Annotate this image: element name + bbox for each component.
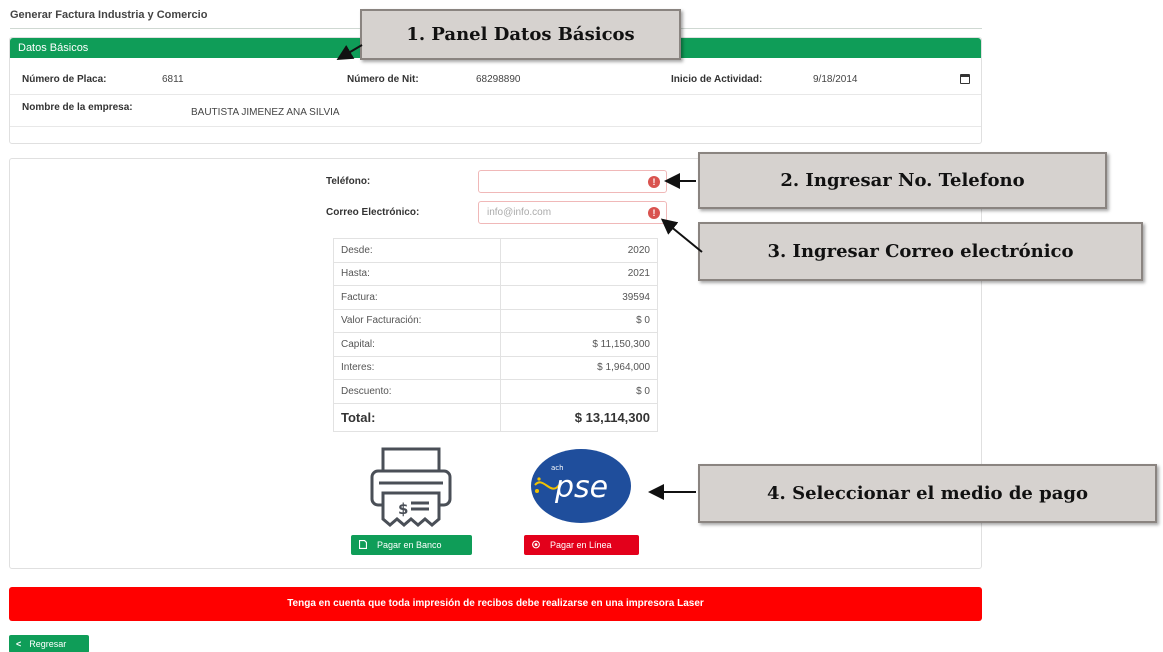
- placa-value: 6811: [162, 74, 184, 85]
- table-row: Descuento: $ 0: [333, 379, 659, 404]
- table-row: Desde: 2020: [333, 238, 659, 263]
- chevron-left-icon: <: [16, 639, 22, 649]
- pagar-linea-label: Pagar en Línea: [550, 540, 612, 550]
- interes-label: Interes:: [333, 355, 501, 380]
- table-row: Interes: $ 1,964,000: [333, 355, 659, 380]
- summary-table: Desde: 2020 Hasta: 2021 Factura: 39594 Valo…: [333, 238, 659, 432]
- inicio-actividad-value: 9/18/2014: [813, 74, 858, 85]
- error-icon: !: [648, 176, 660, 188]
- correo-input[interactable]: [478, 201, 667, 224]
- pagar-linea-button[interactable]: Pagar en Línea: [524, 535, 639, 555]
- descuento-value: $ 0: [499, 379, 659, 404]
- svg-text:$: $: [398, 500, 408, 518]
- placa-label: Número de Placa:: [22, 74, 107, 85]
- total-value: $ 13,114,300: [499, 402, 659, 432]
- hasta-value: 2021: [499, 261, 659, 286]
- hasta-label: Hasta:: [333, 261, 501, 286]
- table-row: Hasta: 2021: [333, 261, 659, 286]
- regresar-button[interactable]: < Regresar: [9, 635, 89, 652]
- factura-label: Factura:: [333, 285, 501, 310]
- callout-correo: 3. Ingresar Correo electrónico: [698, 222, 1143, 281]
- nit-value: 68298890: [476, 74, 521, 85]
- pse-logo-icon[interactable]: ach pse: [529, 447, 633, 525]
- regresar-label: Regresar: [29, 639, 67, 649]
- empresa-label: Nombre de la empresa:: [22, 102, 133, 113]
- online-pay-icon: [532, 540, 540, 549]
- pse-logo-text: pse: [554, 470, 608, 505]
- callout-datos-basicos: 1. Panel Datos Básicos: [360, 9, 681, 60]
- correo-label: Correo Electrónico:: [326, 207, 420, 218]
- calendar-icon[interactable]: [960, 74, 970, 84]
- valor-facturacion-value: $ 0: [499, 308, 659, 333]
- table-row: Factura: 39594: [333, 285, 659, 310]
- laser-warning-banner: Tenga en cuenta que toda impresión de re…: [9, 587, 982, 621]
- callout-telefono: 2. Ingresar No. Telefono: [698, 152, 1107, 209]
- interes-value: $ 1,964,000: [499, 355, 659, 380]
- telefono-label: Teléfono:: [326, 176, 371, 187]
- valor-facturacion-label: Valor Facturación:: [333, 308, 501, 333]
- table-row: Valor Facturación: $ 0: [333, 308, 659, 333]
- desde-value: 2020: [499, 238, 659, 263]
- pagar-banco-label: Pagar en Banco: [377, 540, 442, 550]
- document-icon: [359, 540, 367, 549]
- inicio-actividad-label: Inicio de Actividad:: [671, 74, 763, 85]
- telefono-input[interactable]: [478, 170, 667, 193]
- desde-label: Desde:: [333, 238, 501, 263]
- factura-value: 39594: [499, 285, 659, 310]
- total-label: Total:: [333, 402, 501, 432]
- table-row: Total: $ 13,114,300: [333, 402, 659, 432]
- descuento-label: Descuento:: [333, 379, 501, 404]
- row-divider: [10, 94, 981, 95]
- callout-medio-pago: 4. Seleccionar el medio de pago: [698, 464, 1157, 523]
- table-row: Capital: $ 11,150,300: [333, 332, 659, 357]
- nit-label: Número de Nit:: [347, 74, 419, 85]
- pagar-banco-button[interactable]: Pagar en Banco: [351, 535, 472, 555]
- error-icon: !: [648, 207, 660, 219]
- capital-value: $ 11,150,300: [499, 332, 659, 357]
- capital-label: Capital:: [333, 332, 501, 357]
- page-title: Generar Factura Industria y Comercio: [10, 9, 208, 21]
- empresa-value: BAUTISTA JIMENEZ ANA SILVIA: [191, 107, 340, 118]
- row-divider: [10, 126, 981, 127]
- printer-bank-icon[interactable]: $: [369, 447, 453, 527]
